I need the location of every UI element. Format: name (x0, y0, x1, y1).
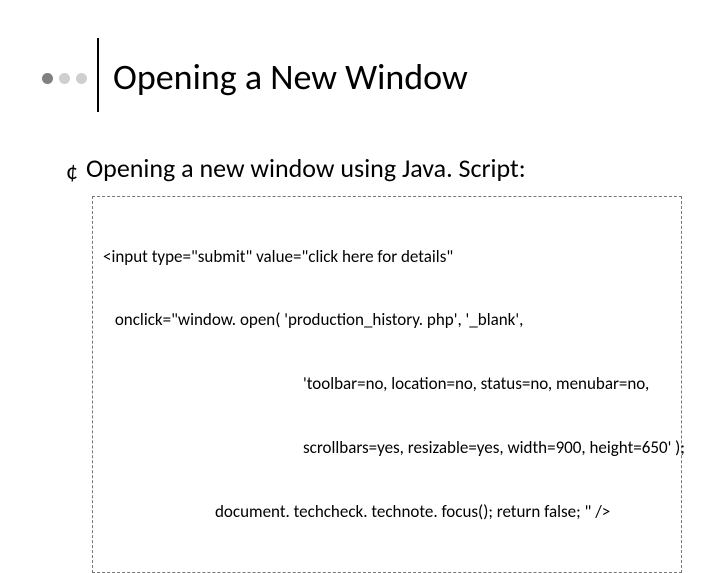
bullet-item: ¢ Opening a new window using Java. Scrip… (66, 152, 682, 184)
code-line: <input type="submit" value="click here f… (103, 246, 671, 267)
bullet-icon: ¢ (66, 160, 78, 184)
code-line: 'toolbar=no, location=no, status=no, men… (103, 373, 671, 394)
bullet-text: Opening a new window using Java. Script: (86, 152, 526, 184)
code-line: document. techcheck. technote. focus(); … (103, 501, 671, 522)
dot-icon (76, 73, 87, 84)
slide-body: ¢ Opening a new window using Java. Scrip… (66, 152, 682, 573)
dot-icon (42, 73, 53, 84)
code-line: scrollbars=yes, resizable=yes, width=900… (103, 437, 671, 458)
slide-title: Opening a New Window (113, 58, 468, 98)
code-block: <input type="submit" value="click here f… (92, 196, 682, 573)
slide-header: Opening a New Window (42, 46, 690, 110)
dot-icon (59, 73, 70, 84)
slide: Opening a New Window ¢ Opening a new win… (0, 0, 720, 540)
code-line: onclick="window. open( 'production_histo… (103, 309, 671, 330)
vertical-divider (97, 38, 99, 112)
decorative-dots (42, 73, 87, 84)
